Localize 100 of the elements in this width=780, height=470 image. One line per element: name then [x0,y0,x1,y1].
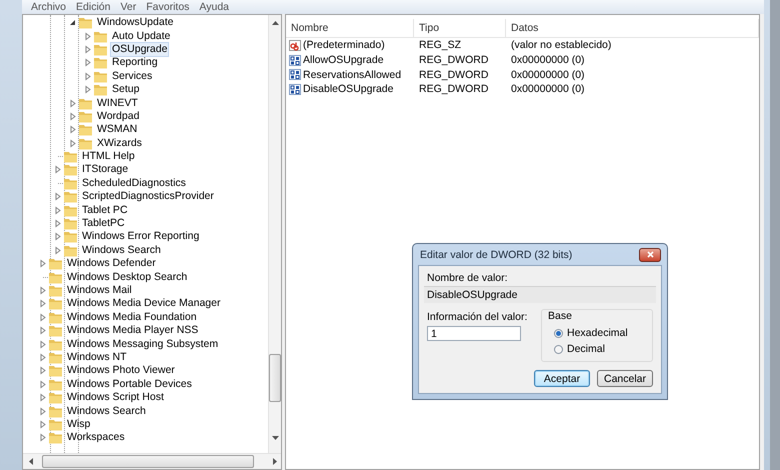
collapse-arrow-icon[interactable] [68,18,78,28]
tree-item[interactable]: Setup [110,83,142,96]
tree-item[interactable]: Windows Defender [65,257,158,270]
tree-item[interactable]: Windows Media Foundation [65,310,199,324]
expand-arrow-icon[interactable] [38,420,48,429]
tree-item[interactable]: Windows Error Reporting [80,230,202,244]
tree-item[interactable]: Windows Media Player NSS [65,324,200,338]
tree-item[interactable]: Windows NT [65,350,129,364]
tree-item[interactable]: Windows Desktop Search [65,270,190,284]
menu-item[interactable]: Favoritos [141,1,194,13]
folder-icon [48,324,63,338]
tree-item[interactable]: Windows Search [80,244,163,257]
tree-item[interactable]: Windows Messaging Subsystem [65,338,220,351]
tree-item[interactable]: WSMAN [95,123,140,136]
expand-arrow-icon[interactable] [68,125,78,134]
tree-item[interactable]: XWizards [95,136,144,150]
expand-arrow-icon[interactable] [38,393,48,402]
folder-icon [63,244,78,257]
tree-item[interactable]: Wordpad [95,110,142,123]
value-data-field[interactable]: 1 [427,326,521,341]
tree-item[interactable]: ScheduledDiagnostics [80,176,188,190]
expand-arrow-icon[interactable] [53,165,63,174]
tree-item[interactable]: TabletPC [80,217,127,230]
expand-arrow-icon[interactable] [38,312,48,322]
expand-arrow-icon[interactable] [38,352,48,362]
expand-arrow-icon[interactable] [38,340,48,349]
tree-item[interactable]: WindowsUpdate [95,16,176,30]
tree-item[interactable]: Windows Portable Devices [65,378,194,391]
tree-item[interactable]: Windows Script Host [65,391,166,404]
radio-button[interactable] [554,344,563,354]
value-type: REG_DWORD [418,68,490,81]
folder-icon [78,136,93,150]
menu-item[interactable]: Ver [115,1,142,13]
expand-arrow-icon[interactable] [83,44,93,54]
tree-item[interactable]: Windows Photo Viewer [65,364,177,378]
close-button[interactable] [639,248,661,262]
expand-arrow-icon[interactable] [38,259,48,268]
value-name[interactable]: DisableOSUpgrade [303,83,394,96]
horizontal-scrollbar[interactable] [23,453,281,469]
folder-icon [48,350,63,364]
scroll-down-icon[interactable] [272,435,278,441]
menu-item[interactable]: Ayuda [194,1,234,13]
folder-icon [48,284,63,297]
binary-value-icon [289,54,301,66]
expand-arrow-icon[interactable] [53,219,63,228]
value-name[interactable]: AllowOSUpgrade [303,54,384,66]
tree-item[interactable]: ITStorage [80,163,130,176]
folder-icon [78,16,93,30]
expand-arrow-icon[interactable] [83,32,93,41]
tree-item[interactable]: Auto Update [110,30,172,43]
radio-label[interactable]: Decimal [567,343,605,355]
vertical-scrollbar[interactable] [268,15,281,453]
expand-arrow-icon[interactable] [53,232,63,242]
expand-arrow-icon[interactable] [83,72,93,81]
scrollbar-thumb[interactable] [269,354,281,402]
expand-arrow-icon[interactable] [83,58,93,68]
value-name[interactable]: ReservationsAllowed [303,68,402,81]
folder-icon [48,270,63,284]
tree-item[interactable]: Windows Mail [65,284,134,297]
dialog-button[interactable]: Cancelar [597,370,653,387]
expand-arrow-icon[interactable] [38,286,48,295]
string-value-icon [289,40,301,51]
tree-item[interactable]: Windows Search [65,404,148,418]
tree-item[interactable]: ScriptedDiagnosticsProvider [80,190,216,204]
menu-item[interactable]: Archivo [26,1,72,13]
expand-arrow-icon[interactable] [68,98,78,108]
expand-arrow-icon[interactable] [53,206,63,215]
tree-item[interactable]: OSUpgrade [110,42,170,57]
tree-item[interactable]: WINEVT [95,96,140,110]
expand-arrow-icon[interactable] [53,192,63,202]
expand-arrow-icon[interactable] [38,406,48,416]
column-header[interactable]: Datos [506,19,759,37]
dialog-button[interactable]: Aceptar [534,370,590,387]
column-header[interactable]: Nombre [286,19,414,37]
scroll-left-icon[interactable] [28,458,34,465]
value-name[interactable]: (Predeterminado) [303,39,385,52]
expand-arrow-icon[interactable] [83,85,93,94]
value-type: REG_DWORD [418,83,490,96]
menu-item[interactable]: Edición [71,1,116,13]
expand-arrow-icon[interactable] [38,433,48,442]
column-header[interactable]: Tipo [414,19,506,37]
expand-arrow-icon[interactable] [53,246,63,255]
expand-arrow-icon[interactable] [38,380,48,389]
tree-item[interactable]: Workspaces [65,431,127,444]
expand-arrow-icon[interactable] [68,138,78,148]
tree-item[interactable]: Services [110,70,154,83]
tree-item[interactable]: HTML Help [80,150,137,164]
tree-item[interactable]: Wisp [65,418,92,431]
tree-item[interactable]: Windows Media Device Manager [65,297,222,310]
scrollbar-thumb[interactable] [42,455,254,468]
expand-arrow-icon[interactable] [68,112,78,121]
expand-arrow-icon[interactable] [38,299,48,308]
expand-arrow-icon[interactable] [38,326,48,336]
scroll-right-icon[interactable] [272,458,278,465]
tree-item[interactable]: Tablet PC [80,204,130,217]
radio-button[interactable] [554,328,563,338]
expand-arrow-icon[interactable] [38,366,48,376]
tree-item[interactable]: Reporting [110,56,160,70]
radio-label[interactable]: Hexadecimal [567,327,628,339]
scroll-up-icon[interactable] [272,20,278,26]
